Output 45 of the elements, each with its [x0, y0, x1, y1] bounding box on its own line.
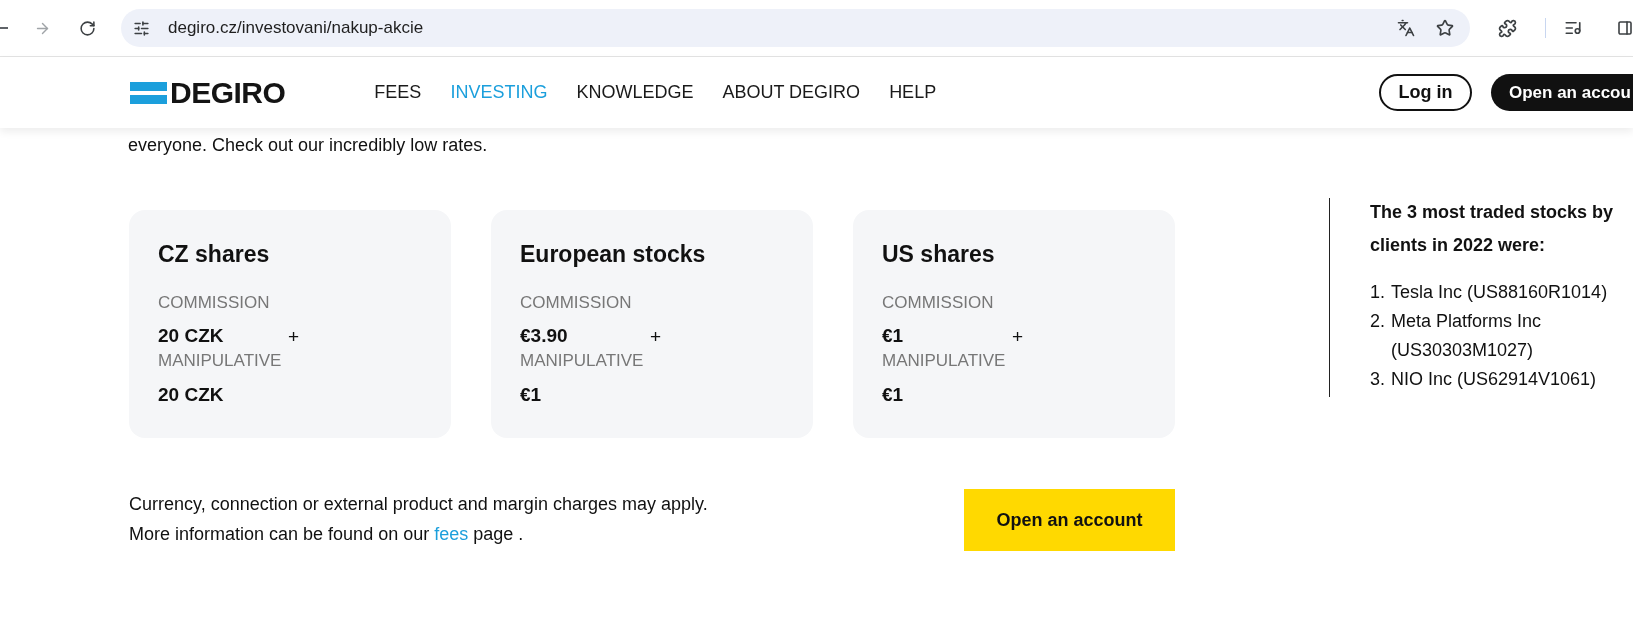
- site-settings-icon[interactable]: [133, 19, 150, 37]
- commission-label: COMMISSION: [882, 293, 995, 313]
- commission-value: €1: [882, 323, 905, 348]
- side-panel-icon[interactable]: [1617, 19, 1633, 37]
- nav-link[interactable]: ABOUT DEGIRO: [722, 79, 861, 106]
- bookmark-star-icon[interactable]: [1436, 19, 1454, 37]
- reload-icon[interactable]: [79, 19, 96, 37]
- logo-wordmark[interactable]: DEGIRO: [170, 77, 286, 108]
- charges-note: Currency, connection or external product and margin charges may apply.: [129, 493, 708, 516]
- login-button[interactable]: Log in: [1379, 74, 1472, 111]
- manipulative-value: 20 CZK: [158, 383, 225, 407]
- list-number: 2.: [1370, 310, 1386, 333]
- card-title: CZ shares: [158, 240, 271, 268]
- nav-link[interactable]: FEES: [374, 79, 422, 106]
- nav-link[interactable]: HELP: [889, 79, 937, 106]
- sidebar-heading: The 3 most traded stocks by clients in 2022 were:: [1370, 201, 1615, 257]
- manipulative-value: €1: [520, 383, 543, 407]
- commission-label: COMMISSION: [158, 293, 271, 313]
- intro-text: everyone. Check out our incredibly low rates.: [127, 134, 489, 157]
- stock-name: Meta Platforms Inc (US30303M1027): [1391, 310, 1543, 362]
- more-info-text: More information can be found on our fees page .: [129, 523, 525, 546]
- commission-label: COMMISSION: [520, 293, 633, 313]
- plus-sign: +: [650, 325, 662, 349]
- plus-sign: +: [288, 325, 300, 349]
- nav-link[interactable]: KNOWLEDGE: [576, 79, 694, 106]
- plus-sign: +: [1012, 325, 1024, 349]
- stock-name: NIO Inc (US62914V1061): [1391, 368, 1598, 391]
- manipulative-value: €1: [882, 383, 905, 407]
- translate-icon[interactable]: [1397, 19, 1415, 37]
- list-number: 3.: [1370, 368, 1386, 391]
- open-account-cta[interactable]: Open an account: [964, 489, 1175, 551]
- stock-name: Tesla Inc (US88160R1014): [1391, 281, 1609, 304]
- media-list-icon[interactable]: [1564, 19, 1582, 37]
- manipulative-label: MANIPULATIVE: [882, 351, 1007, 371]
- commission-value: 20 CZK: [158, 323, 225, 348]
- card-title: US shares: [882, 240, 996, 268]
- card-title: European stocks: [520, 240, 707, 268]
- manipulative-label: MANIPULATIVE: [158, 351, 283, 371]
- extensions-icon[interactable]: [1498, 18, 1517, 38]
- logo-stripes-icon: [130, 81, 167, 104]
- list-number: 1.: [1370, 281, 1386, 304]
- commission-value: €3.90: [520, 323, 569, 348]
- open-account-button[interactable]: Open an accou: [1491, 74, 1633, 111]
- manipulative-label: MANIPULATIVE: [520, 351, 645, 371]
- address-bar[interactable]: degiro.cz/investovani/nakup-akcie: [121, 9, 1470, 47]
